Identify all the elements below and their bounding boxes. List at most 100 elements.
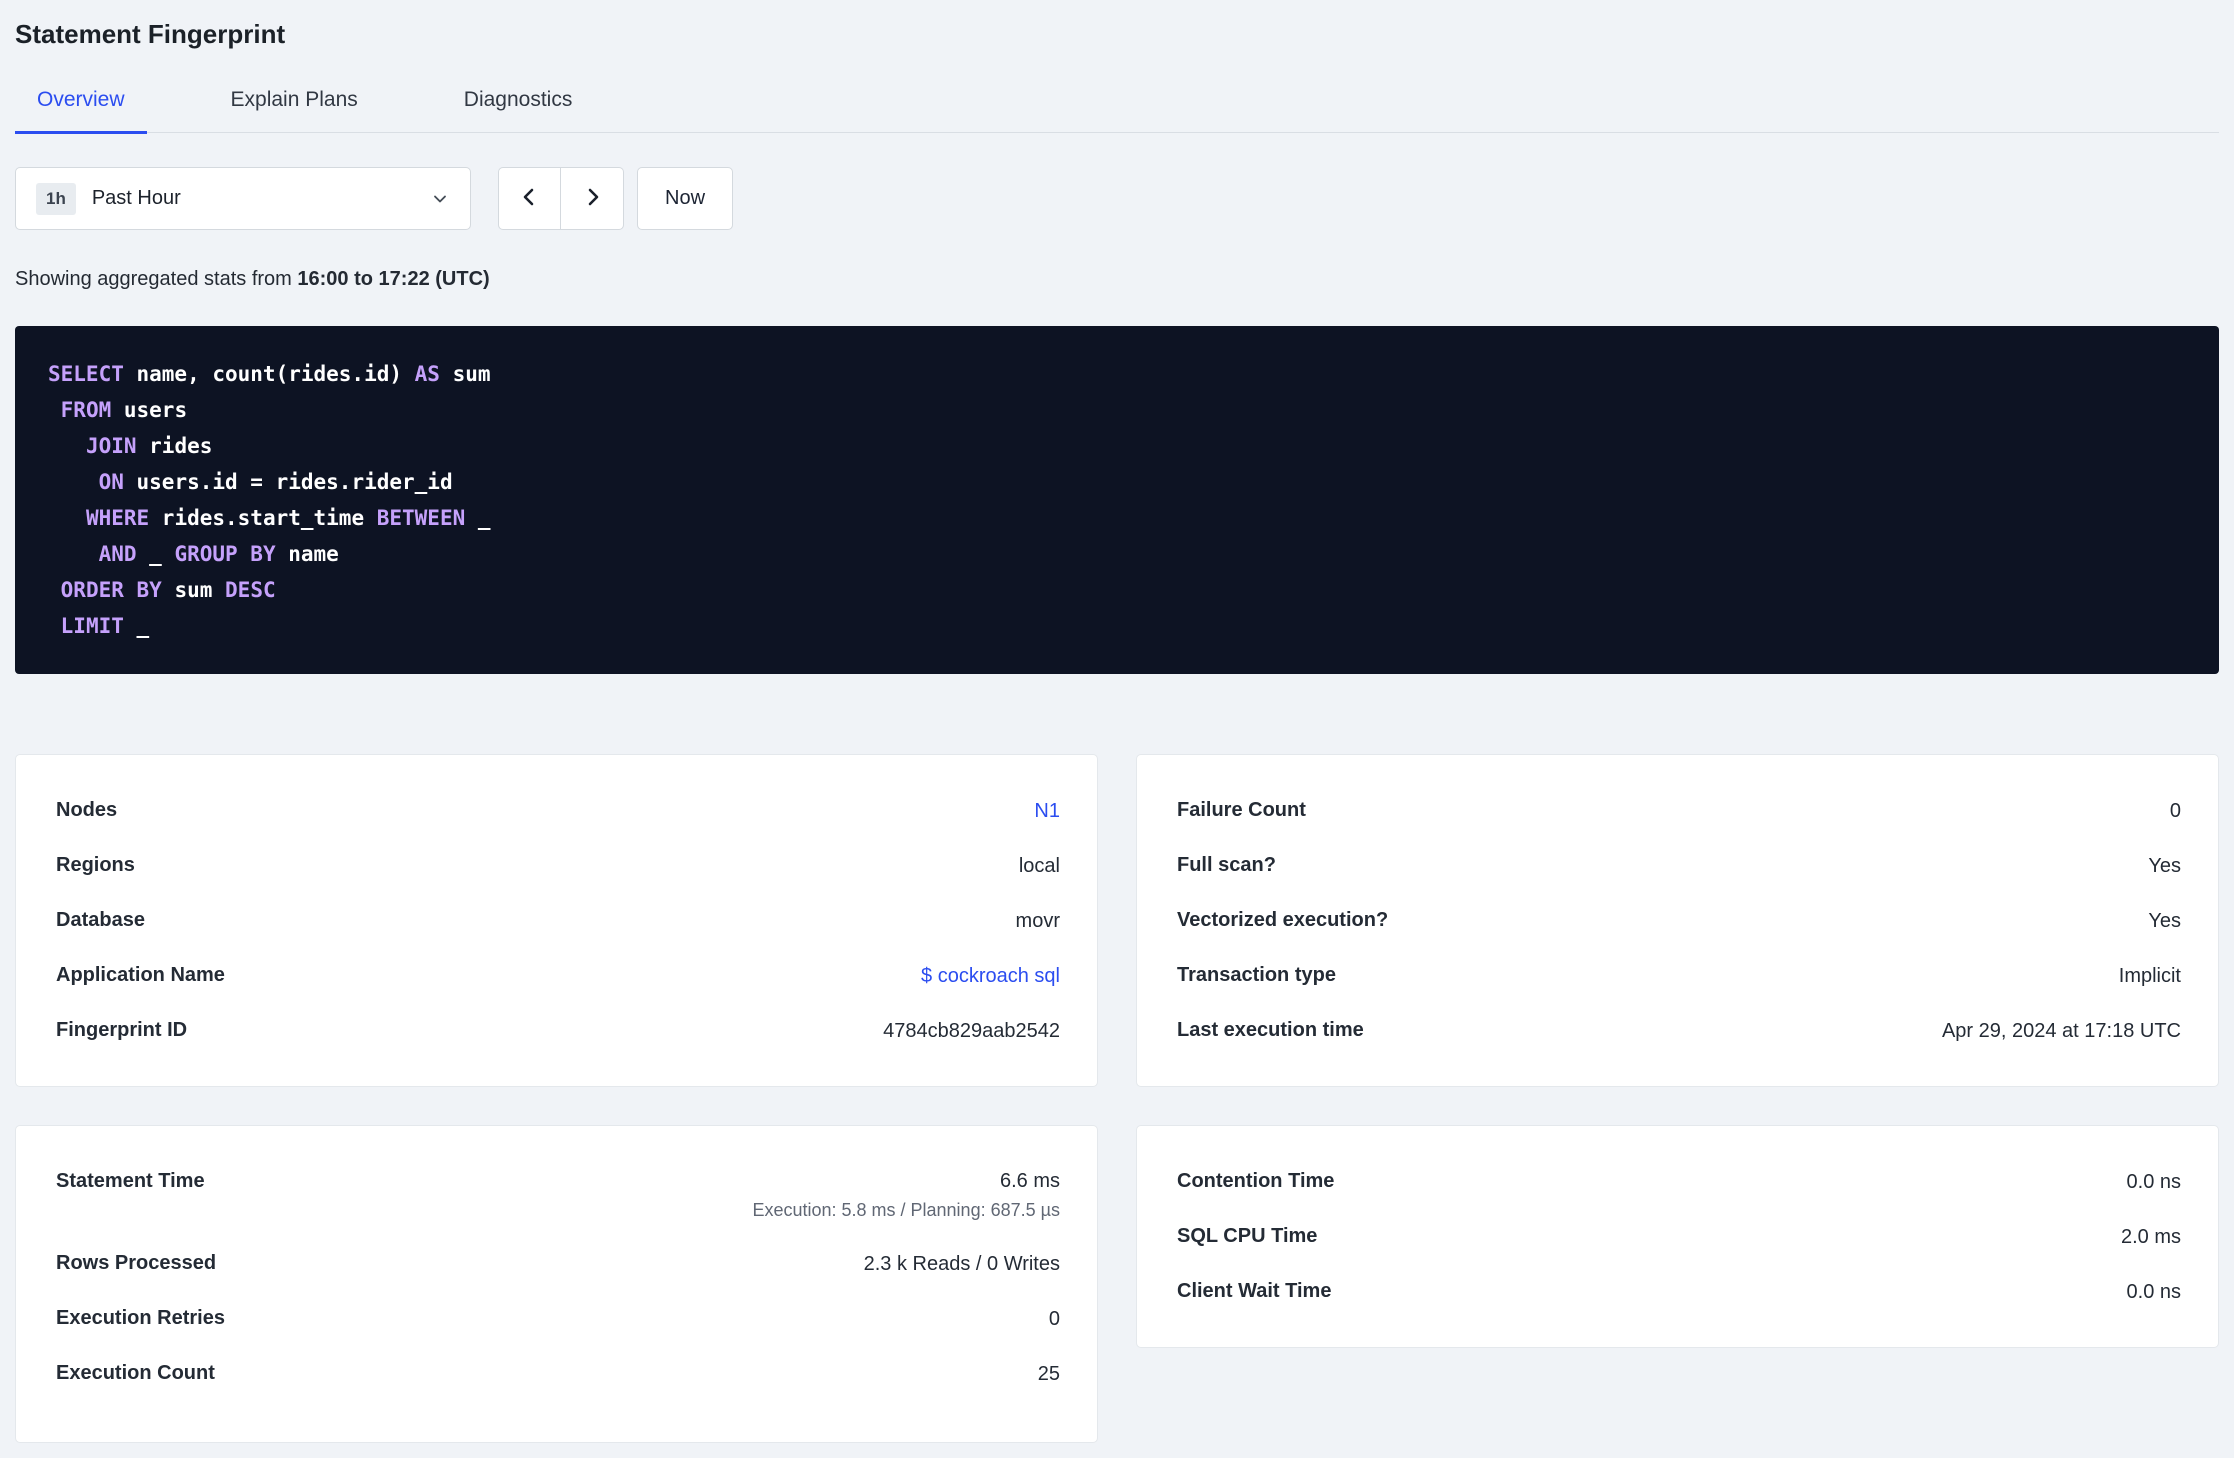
stat-value-wrap: 0 [1049,1306,1060,1332]
stat-value: 25 [1037,1362,1060,1385]
stat-row: Statement Time 6.6 ms Execution: 5.8 ms / … [56,1154,1060,1236]
sql-identifier: users [111,398,188,422]
statement-details-card: Nodes N1 Regions local Database movr Applicati… [15,754,1098,1087]
stat-value-link[interactable]: N1 [1034,800,1060,822]
sql-identifier: _ [465,506,491,530]
stat-label: Nodes [56,799,118,821]
stat-value: 6.6 ms [999,1170,1060,1192]
stat-value-wrap: 2.0 ms [2121,1224,2181,1250]
sql-keyword: AND [98,542,137,566]
stat-row: Rows Processed 2.3 k Reads / 0 Writes [56,1236,1060,1291]
sql-line: JOIN rides [48,428,2186,464]
sql-keyword: SELECT [48,362,124,386]
sql-line: AND _ GROUP BY name [48,536,2186,572]
sql-identifier [48,578,61,602]
stat-value: Yes [2148,854,2181,877]
stats-range: 16:00 to 17:22 (UTC) [297,268,490,290]
stat-label: Last execution time [1177,1019,1364,1041]
time-range-label: Past Hour [91,187,181,209]
time-range-dropdown[interactable]: 1h Past Hour [15,167,471,230]
chevron-left-icon [518,185,542,212]
sql-identifier [48,506,86,530]
sql-identifier: name, count(rides.id) [123,362,415,386]
sql-line: SELECT name, count(rides.id) AS sum [48,356,2186,392]
stat-label: Application Name [56,964,225,986]
sql-identifier [48,398,61,422]
sql-identifier: sum [439,362,491,386]
tab-diagnostics[interactable]: Diagnostics [442,76,595,132]
time-range-badge: 1h [36,182,76,215]
stat-value-wrap: 0.0 ns [2127,1169,2181,1195]
sql-line: LIMIT _ [48,608,2186,644]
stat-label: Database [56,909,145,931]
stat-value: 0 [2169,799,2181,822]
stat-value-link[interactable]: $ cockroach sql [921,965,1060,987]
stat-value: 2.3 k Reads / 0 Writes [863,1252,1060,1275]
stat-value-wrap: 0.0 ns [2127,1279,2181,1305]
stat-label: Statement Time [56,1170,205,1192]
sql-identifier [48,470,99,494]
tab-overview[interactable]: Overview [15,76,147,134]
stat-value: Implicit [2118,964,2181,987]
time-step-buttons [498,167,624,230]
stat-label: Fingerprint ID [56,1019,188,1041]
stat-label: Regions [56,854,135,876]
stat-row: SQL CPU Time 2.0 ms [1177,1209,2181,1264]
stat-label: SQL CPU Time [1177,1225,1318,1247]
stat-row: Regions local [56,838,1060,893]
sql-identifier: _ [123,614,150,638]
sql-identifier: sum [161,578,226,602]
sql-identifier [48,542,99,566]
time-controls: 1h Past Hour Now [15,167,2219,230]
stat-row: Contention Time 0.0 ns [1177,1154,2181,1209]
stat-row: Failure Count 0 [1177,783,2181,838]
sql-identifier: rides.start_time [149,506,377,530]
stat-row: Client Wait Time 0.0 ns [1177,1264,2181,1319]
sql-line: WHERE rides.start_time BETWEEN _ [48,500,2186,536]
stat-label: Full scan? [1177,854,1276,876]
stat-value-wrap: 25 [1038,1361,1060,1387]
stat-label: Execution Retries [56,1307,225,1329]
sql-identifier [48,614,61,638]
stat-label: Execution Count [56,1362,215,1384]
stat-row: Full scan? Yes [1177,838,2181,893]
stat-value-wrap: Apr 29, 2024 at 17:18 UTC [1942,1018,2181,1044]
stat-label: Client Wait Time [1177,1280,1332,1302]
next-time-button[interactable] [561,167,624,230]
sql-keyword: DESC [225,578,276,602]
stat-value: Yes [2148,909,2181,932]
now-button[interactable]: Now [637,167,734,230]
page-title: Statement Fingerprint [15,19,286,49]
tab-bar: Overview Explain Plans Diagnostics [15,76,2219,134]
sql-line: FROM users [48,392,2186,428]
stat-row: Nodes N1 [56,783,1060,838]
prev-time-button[interactable] [498,167,561,230]
stat-value: 4784cb829aab2542 [883,1019,1060,1042]
stat-value-wrap: 6.6 ms Execution: 5.8 ms / Planning: 687.… [752,1168,1060,1221]
stat-value-wrap: Implicit [2119,963,2181,989]
sql-keyword: GROUP BY [174,542,276,566]
stat-value: movr [1015,909,1060,932]
stat-value-wrap: Yes [2148,908,2181,934]
chevron-right-icon [580,185,604,212]
stat-value-wrap: 4784cb829aab2542 [883,1018,1060,1044]
sql-identifier: name [275,542,339,566]
stat-subvalue: Execution: 5.8 ms / Planning: 687.5 µs [752,1200,1060,1220]
sql-identifier: users.id = rides.rider_id [123,470,453,494]
statement-fingerprint-page: Statement Fingerprint Overview Explain Pl… [0,0,2234,1458]
stat-label: Rows Processed [56,1252,217,1274]
stat-value-wrap: movr [1016,908,1060,934]
stat-value-wrap: N1 [1034,798,1060,824]
stat-value: 0 [1048,1307,1060,1330]
timing-cards-row: Statement Time 6.6 ms Execution: 5.8 ms / … [15,1125,2219,1443]
stat-value: 0.0 ns [2126,1170,2181,1193]
stat-row: Execution Count 25 [56,1346,1060,1401]
sql-keyword: AS [414,362,440,386]
stat-label: Vectorized execution? [1177,909,1389,931]
statement-timing-card: Statement Time 6.6 ms Execution: 5.8 ms / … [15,1125,1098,1443]
tab-explain-plans[interactable]: Explain Plans [209,76,380,132]
stat-row: Application Name $ cockroach sql [56,948,1060,1003]
sql-keyword: ON [98,470,124,494]
stat-value-wrap: Yes [2148,853,2181,879]
stat-label: Transaction type [1177,964,1336,986]
